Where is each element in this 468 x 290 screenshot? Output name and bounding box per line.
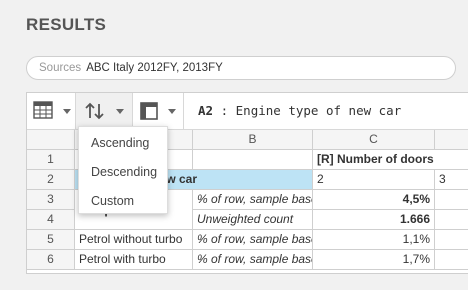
row-number[interactable]: 6 — [27, 250, 75, 270]
cell-d3[interactable] — [435, 190, 468, 210]
cell-a5[interactable]: Petrol without turbo — [75, 230, 193, 250]
table-view-button[interactable] — [27, 93, 75, 129]
corner-header[interactable] — [27, 130, 75, 150]
chevron-down-icon — [63, 109, 71, 114]
cell-reference: A2 — [198, 103, 214, 118]
sort-dropdown-menu: Ascending Descending Custom — [78, 126, 168, 214]
formula-separator: : — [220, 103, 229, 118]
cell-c6[interactable]: 1,7% — [313, 250, 435, 270]
cell-a6[interactable]: Petrol with turbo — [75, 250, 193, 270]
row-number[interactable]: 4 — [27, 210, 75, 230]
row-number[interactable]: 5 — [27, 230, 75, 250]
row-number[interactable]: 2 — [27, 170, 75, 190]
column-header-b[interactable]: B — [193, 130, 313, 150]
sort-descending-option[interactable]: Descending — [91, 165, 157, 179]
cell-b5[interactable]: % of row, sample base — [193, 230, 313, 250]
sort-button[interactable] — [76, 93, 132, 129]
sources-value: ABC Italy 2012FY, 2013FY — [86, 62, 223, 74]
column-header-c[interactable]: C — [313, 130, 435, 150]
cell-c5[interactable]: 1,1% — [313, 230, 435, 250]
cell-d4[interactable] — [435, 210, 468, 230]
cell-c4[interactable]: 1.666 — [313, 210, 435, 230]
toolbar-divider — [183, 93, 184, 129]
cell-c1[interactable]: [R] Number of doors — [313, 150, 468, 170]
sort-custom-option[interactable]: Custom — [91, 194, 134, 208]
sources-field[interactable]: Sources ABC Italy 2012FY, 2013FY — [26, 56, 456, 80]
chevron-down-icon — [116, 109, 124, 114]
cell-b6[interactable]: % of row, sample base — [193, 250, 313, 270]
cell-d2[interactable]: 3 — [435, 170, 468, 190]
panel-layout-icon — [140, 102, 158, 120]
table-icon — [33, 101, 53, 119]
cell-b4[interactable]: Unweighted count — [193, 210, 313, 230]
sources-label: Sources — [39, 62, 82, 74]
formula-bar[interactable]: A2 : Engine type of new car — [198, 103, 401, 118]
cell-d6[interactable] — [435, 250, 468, 270]
layout-button[interactable] — [133, 93, 183, 129]
row-number[interactable]: 3 — [27, 190, 75, 210]
page-title: RESULTS — [26, 15, 107, 34]
cell-c2[interactable]: 2 — [313, 170, 435, 190]
cell-c3[interactable]: 4,5% — [313, 190, 435, 210]
sort-ascending-option[interactable]: Ascending — [91, 136, 149, 150]
formula-text: Engine type of new car — [235, 103, 402, 118]
cell-b3[interactable]: % of row, sample base — [193, 190, 313, 210]
cell-b1[interactable] — [193, 150, 313, 170]
sort-icon — [85, 102, 104, 120]
row-number[interactable]: 1 — [27, 150, 75, 170]
cell-d5[interactable] — [435, 230, 468, 250]
toolbar: A2 : Engine type of new car — [27, 93, 468, 130]
chevron-down-icon — [168, 109, 176, 114]
column-header-d[interactable] — [435, 130, 468, 150]
